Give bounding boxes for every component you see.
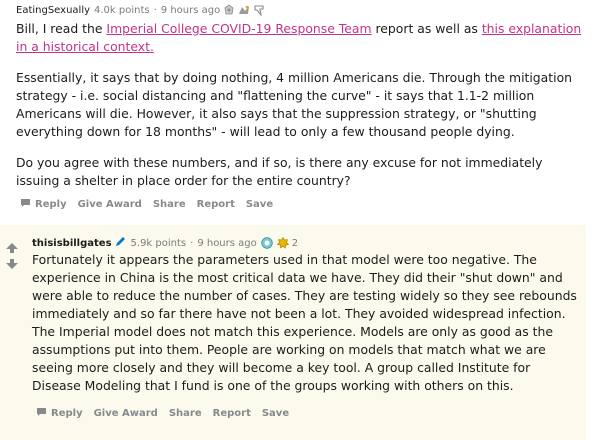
save-button[interactable]: Save <box>246 199 273 210</box>
reply-icon <box>20 198 31 211</box>
reply-button[interactable]: Reply <box>20 198 67 211</box>
award-icon[interactable] <box>276 237 289 249</box>
award-icon[interactable] <box>253 4 265 16</box>
share-button[interactable]: Share <box>169 408 202 419</box>
meta-separator: · <box>153 4 157 16</box>
reply-icon <box>36 407 47 420</box>
save-button[interactable]: Save <box>262 408 289 419</box>
give-award-button[interactable]: Give Award <box>78 199 142 210</box>
comment-1-paragraph-3: Do you agree with these numbers, and if … <box>16 155 543 188</box>
comment-1-time[interactable]: 9 hours ago <box>161 5 220 16</box>
comment-1-body: Bill, I read the Imperial College COVID-… <box>16 20 586 203</box>
comment-2-time[interactable]: 9 hours ago <box>197 238 256 249</box>
paragraph-text: Bill, I read the <box>16 21 107 36</box>
comment-2-author[interactable]: thisisbillgates <box>32 238 112 249</box>
comment-2-actions: Reply Give Award Share Report Save <box>36 407 300 420</box>
pencil-icon <box>115 236 127 250</box>
comment-1: EatingSexually 4.0k points · 9 hours ago… <box>0 0 600 225</box>
paragraph-text: report as well as <box>371 21 482 36</box>
downvote-icon[interactable] <box>6 254 18 269</box>
award-icon[interactable] <box>238 4 250 16</box>
comment-1-paragraph-1: Bill, I read the Imperial College COVID-… <box>16 20 586 56</box>
imperial-college-link[interactable]: Imperial College COVID-19 Response Team <box>106 21 371 36</box>
share-button[interactable]: Share <box>153 199 186 210</box>
give-award-button[interactable]: Give Award <box>94 408 158 419</box>
report-button[interactable]: Report <box>197 199 235 210</box>
comment-1-meta: EatingSexually 4.0k points · 9 hours ago <box>16 4 265 16</box>
comment-2-body: Fortunately it appears the parameters us… <box>32 252 577 393</box>
reply-label: Reply <box>35 199 67 210</box>
meta-separator: · <box>190 237 194 249</box>
reply-label: Reply <box>51 408 83 419</box>
award-count: 2 <box>291 237 299 249</box>
report-button[interactable]: Report <box>213 408 251 419</box>
comment-1-author[interactable]: EatingSexually <box>16 5 90 16</box>
comment-1-paragraph-2: Essentially, it says that by doing nothi… <box>16 70 572 139</box>
reply-button[interactable]: Reply <box>36 407 83 420</box>
comment-2-points: 5.9k points <box>130 237 187 249</box>
award-icon[interactable] <box>223 4 235 16</box>
comment-1-actions: Reply Give Award Share Report Save <box>20 198 284 211</box>
upvote-icon[interactable] <box>6 238 18 253</box>
award-icon[interactable] <box>261 237 273 249</box>
comment-2-meta: thisisbillgates 5.9k points · 9 hours ag… <box>32 236 298 250</box>
comment-1-points: 4.0k points <box>94 4 150 16</box>
